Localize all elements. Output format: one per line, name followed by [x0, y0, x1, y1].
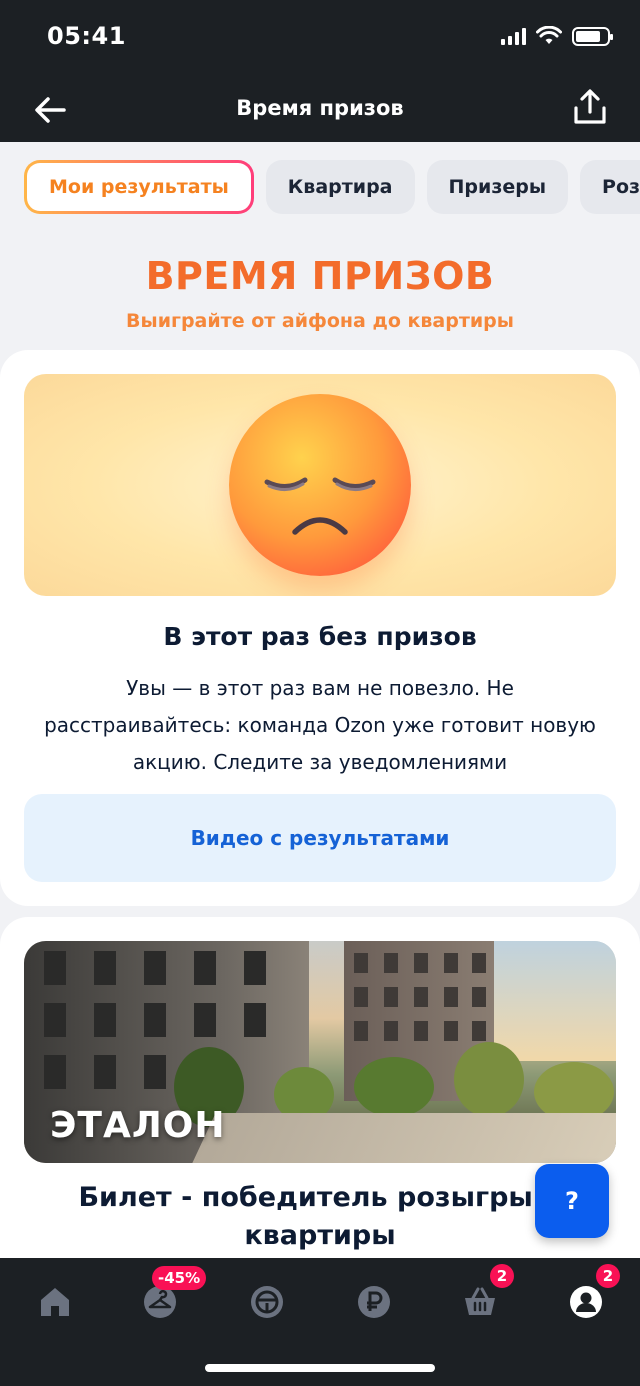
nav-bar: Время призов — [0, 76, 640, 142]
battery-icon — [572, 26, 613, 46]
help-button[interactable]: ? — [535, 1164, 609, 1238]
tab-draws[interactable]: Розыгры — [580, 160, 640, 214]
result-text-line: Увы — в этот раз вам не повезло. Не — [126, 676, 514, 700]
status-bar: 05:41 — [0, 0, 640, 76]
result-card: В этот раз без призов Увы — в этот раз в… — [0, 350, 640, 906]
tab-finance[interactable] — [352, 1280, 396, 1324]
walkway — [192, 1113, 616, 1163]
home-indicator — [205, 1364, 435, 1372]
result-text-line: расстраивайтесь: команда Ozon уже готови… — [44, 713, 596, 737]
page-title: Время призов — [236, 96, 404, 120]
video-results-button[interactable]: Видео с результатами — [24, 794, 616, 882]
emoji-banner — [24, 374, 616, 596]
sad-face-icon — [229, 394, 411, 576]
tab-apartment[interactable]: Квартира — [265, 160, 415, 214]
cart-badge: 2 — [490, 1264, 514, 1288]
hero-title: ВРЕМЯ ПРИЗОВ — [145, 254, 495, 298]
tab-winners[interactable]: Призеры — [426, 160, 569, 214]
tab-home[interactable] — [33, 1280, 77, 1324]
hero-subtitle: Выиграйте от айфона до квартиры — [126, 310, 514, 332]
profile-badge: 2 — [596, 1264, 620, 1288]
brand-logo: ЭТАЛОН — [50, 1105, 226, 1146]
basket-icon — [465, 1287, 495, 1315]
tab-my-results[interactable]: Мои результаты — [24, 160, 254, 214]
profile-icon — [570, 1286, 602, 1318]
status-icons — [501, 26, 613, 46]
share-icon — [574, 89, 606, 124]
steering-wheel-icon — [251, 1286, 283, 1318]
result-title: В этот раз без призов — [163, 622, 477, 651]
discount-badge: -45% — [152, 1266, 207, 1290]
content-area[interactable]: Мои результаты Квартира Призеры Розыгры … — [0, 142, 640, 1258]
status-time: 05:41 — [47, 22, 126, 50]
tab-auto[interactable] — [245, 1280, 289, 1324]
ruble-icon — [358, 1286, 390, 1318]
apartment-photo: ЭТАЛОН — [24, 941, 616, 1163]
share-button[interactable] — [570, 88, 610, 128]
home-icon — [41, 1288, 69, 1316]
result-text-line: акцию. Следите за уведомлениями — [132, 750, 508, 774]
wifi-icon — [536, 26, 562, 44]
tabs: Мои результаты Квартира Призеры Розыгры — [24, 160, 640, 214]
result-description: Увы — в этот раз вам не повезло. Не расс… — [28, 670, 612, 781]
signal-icon — [501, 27, 526, 45]
